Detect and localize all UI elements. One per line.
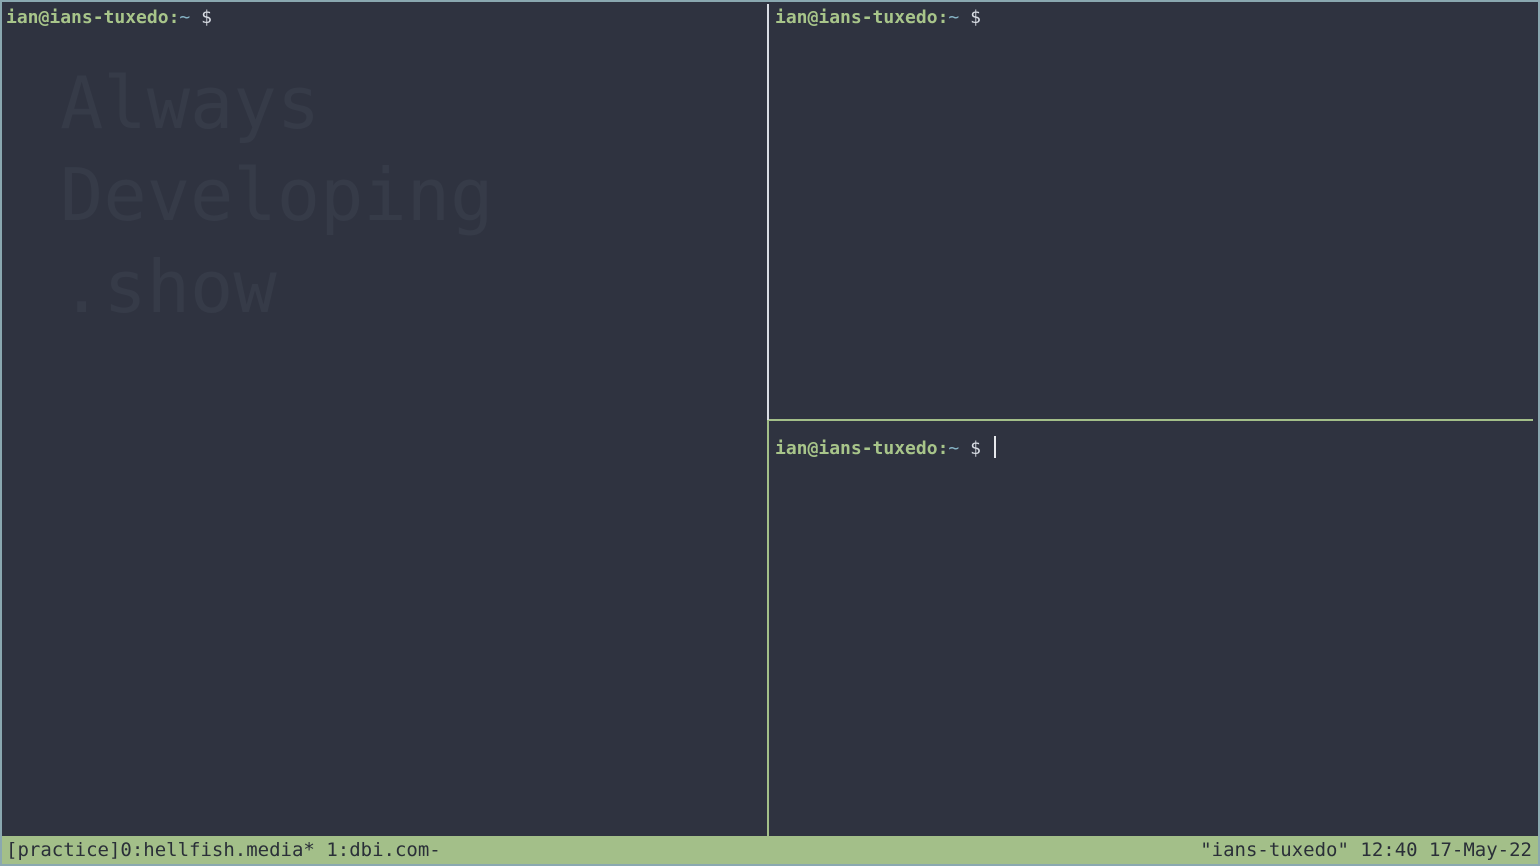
prompt-path: ~ — [948, 7, 960, 28]
status-right: "ians-tuxedo" 12:40 17-May-22 — [1200, 836, 1532, 864]
prompt-host: ians-tuxedo — [818, 7, 938, 28]
window-tab-0[interactable]: 0:hellfish.media* — [120, 839, 314, 861]
prompt-host: ians-tuxedo — [49, 7, 169, 28]
prompt-user: ian — [775, 7, 808, 28]
prompt-host: ians-tuxedo — [818, 438, 938, 459]
pane-bottom-right-active[interactable]: ian@ians-tuxedo:~ $ — [769, 422, 1533, 836]
prompt-colon: : — [937, 7, 949, 28]
prompt-at: @ — [38, 7, 50, 28]
pane-top-right[interactable]: ian@ians-tuxedo:~ $ — [769, 2, 1533, 418]
status-date: 17-May-22 — [1429, 839, 1532, 861]
terminal-window: Always Developing .show ian@ians-tuxedo:… — [0, 0, 1540, 866]
prompt-user: ian — [6, 7, 39, 28]
shell-prompt: ian@ians-tuxedo:~ $ — [6, 6, 212, 30]
shell-prompt[interactable]: ian@ians-tuxedo:~ $ — [775, 436, 996, 461]
status-time: 12:40 — [1360, 839, 1418, 861]
watermark-line-3: .show — [60, 245, 277, 329]
prompt-colon: : — [937, 438, 949, 459]
watermark-logo: Always Developing .show — [60, 57, 493, 333]
status-left: [practice]0:hellfish.media* 1:dbi.com- — [6, 836, 441, 864]
watermark-line-1: Always — [60, 61, 321, 145]
prompt-at: @ — [807, 438, 819, 459]
prompt-path: ~ — [179, 7, 191, 28]
session-name[interactable]: [practice] — [6, 839, 120, 861]
tmux-status-bar: [practice]0:hellfish.media* 1:dbi.com- "… — [2, 836, 1538, 864]
pane-divider-horizontal[interactable] — [769, 419, 1533, 421]
prompt-symbol: $ — [201, 7, 212, 28]
watermark-line-2: Developing — [60, 153, 494, 237]
prompt-user: ian — [775, 438, 808, 459]
prompt-path: ~ — [948, 438, 960, 459]
pane-left[interactable]: Always Developing .show ian@ians-tuxedo:… — [2, 2, 767, 836]
prompt-at: @ — [807, 7, 819, 28]
status-hostname: "ians-tuxedo" — [1200, 839, 1349, 861]
shell-prompt: ian@ians-tuxedo:~ $ — [775, 6, 981, 30]
prompt-symbol: $ — [970, 438, 981, 459]
text-cursor — [993, 436, 996, 458]
prompt-symbol: $ — [970, 7, 981, 28]
prompt-colon: : — [168, 7, 180, 28]
window-tab-1[interactable]: 1:dbi.com- — [326, 839, 440, 861]
